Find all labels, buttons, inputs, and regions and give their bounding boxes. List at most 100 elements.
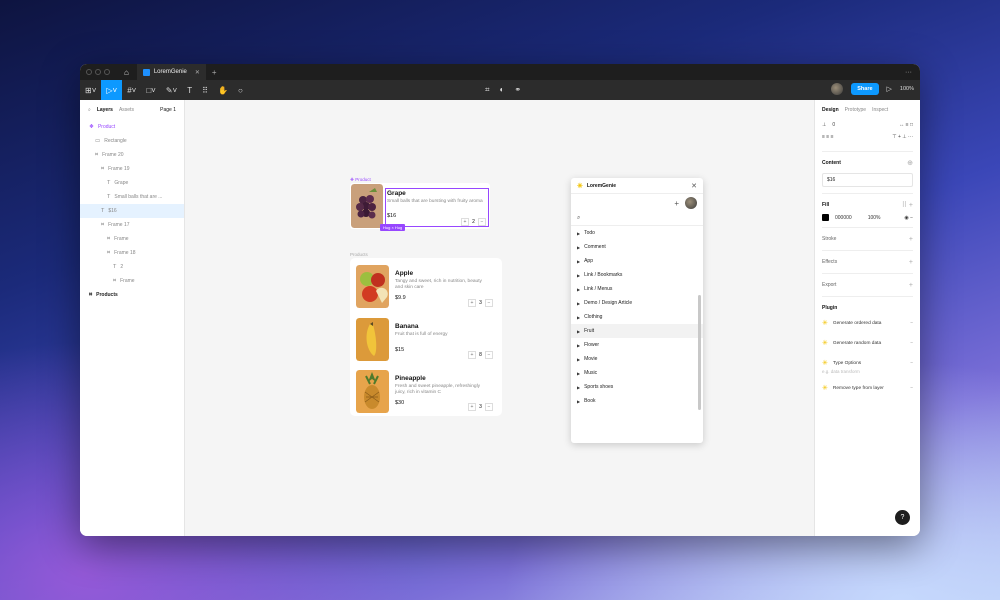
plugin-avatar[interactable] [685, 197, 697, 209]
canvas[interactable]: ❖ Product Grape Small balls that are bur… [185, 100, 814, 536]
content-input[interactable]: $16 [822, 173, 913, 187]
search-layers-icon[interactable]: ⌕ [88, 107, 91, 113]
layer-row[interactable]: ⌗ Frame [80, 274, 184, 288]
tab-design[interactable]: Design [822, 107, 839, 113]
expand-arrow-icon: ▶ [577, 370, 581, 376]
increment-button[interactable]: + [468, 351, 476, 359]
close-tab-icon[interactable]: ✕ [195, 69, 200, 76]
pen-tool-button[interactable]: ✎˅ [161, 80, 182, 100]
text-tool-button[interactable]: T [182, 80, 197, 100]
new-tab-button[interactable]: + [212, 68, 217, 77]
product-quantity-stepper[interactable]: + 3 − [468, 299, 493, 307]
category-item[interactable]: ▶ Music [571, 366, 703, 380]
layer-row[interactable]: T2 [80, 260, 184, 274]
visibility-icon[interactable]: ◉ − [904, 215, 913, 221]
hand-tool-button[interactable]: ✋ [213, 80, 233, 100]
layer-row[interactable]: T Small balls that are ... [80, 190, 184, 204]
target-icon[interactable]: ⊕ [907, 159, 913, 167]
plugin-item-generate-ordered[interactable]: ✳ Generate ordered data − [822, 313, 913, 333]
move-tool-button[interactable]: ▷˅ [101, 80, 123, 100]
category-item[interactable]: ▶ Link / Bookmarks [571, 268, 703, 282]
category-item[interactable]: ▶ App [571, 254, 703, 268]
product-quantity-stepper[interactable]: + 3 − [468, 403, 493, 411]
add-effect-icon[interactable]: + [909, 259, 913, 266]
present-icon[interactable]: ▷ [887, 85, 892, 93]
layer-row[interactable]: ⌗ Frame 17 [80, 218, 184, 232]
help-button[interactable]: ? [895, 510, 910, 525]
increment-button[interactable]: + [468, 299, 476, 307]
plugin-search[interactable]: ⌕ [571, 212, 703, 226]
share-button[interactable]: Share [851, 83, 879, 95]
layer-row[interactable]: ⌗ Frame [80, 232, 184, 246]
category-item[interactable]: ▶ Book [571, 394, 703, 408]
minus-icon[interactable]: − [910, 321, 913, 326]
products-frame-label[interactable]: Products [350, 252, 368, 257]
stroke-title: Stroke [822, 236, 837, 242]
minus-icon[interactable]: − [910, 361, 913, 366]
layer-row[interactable]: ⌗ Frame 20 [80, 148, 184, 162]
home-icon[interactable]: ⌂ [124, 68, 129, 77]
layer-row[interactable]: T Grape [80, 176, 184, 190]
decrement-button[interactable]: − [485, 403, 493, 411]
increment-button[interactable]: + [468, 403, 476, 411]
rotation-row: ⊥ 0 ↔ ≡ □ [822, 119, 913, 131]
zoom-dropdown[interactable]: 100% [900, 86, 914, 92]
tab-layers[interactable]: Layers [97, 107, 113, 113]
link-icon[interactable]: ⚭ [514, 85, 521, 95]
close-icon[interactable]: ✕ [691, 182, 697, 190]
main-menu-button[interactable]: ⊞˅ [80, 80, 101, 100]
add-icon[interactable]: + [674, 199, 679, 208]
minus-icon[interactable]: − [910, 341, 913, 346]
comment-tool-button[interactable]: ○ [233, 80, 248, 100]
minimize-window-button[interactable] [95, 69, 101, 75]
product-quantity-stepper[interactable]: + 8 − [468, 351, 493, 359]
frame-tool-button[interactable]: #˅ [122, 80, 141, 100]
category-item[interactable]: ▶ Clothing [571, 310, 703, 324]
text-align-icons[interactable]: ≡ ≡ ≡ [822, 134, 834, 140]
tab-prototype[interactable]: Prototype [845, 107, 866, 113]
resources-tool-button[interactable]: ⠿ [197, 80, 213, 100]
layer-row[interactable]: ⌗ Frame 19 [80, 162, 184, 176]
plugin-item-remove-type[interactable]: ✳ Remove type from layer − [822, 378, 913, 398]
category-item[interactable]: ▶ Comment [571, 240, 703, 254]
maximize-window-button[interactable] [104, 69, 110, 75]
category-item[interactable]: ▶ Flower [571, 338, 703, 352]
page-selector[interactable]: Page 1 [160, 107, 176, 113]
category-item[interactable]: ▶ Link / Menus [571, 282, 703, 296]
layer-row[interactable]: T $16 [80, 204, 184, 218]
decrement-button[interactable]: − [485, 299, 493, 307]
layer-row[interactable]: ▭ Rectangle [80, 134, 184, 148]
category-item[interactable]: ▶ Movie [571, 352, 703, 366]
more-icon[interactable]: ··· [905, 69, 912, 76]
close-window-button[interactable] [86, 69, 92, 75]
resize-icons[interactable]: ↔ ≡ □ [899, 122, 913, 128]
fill-actions-icon[interactable]: ⠿ + [902, 201, 913, 209]
tab-assets[interactable]: Assets [119, 107, 134, 113]
scrollbar[interactable] [698, 295, 701, 410]
mask-icon[interactable]: ◐ [500, 85, 505, 95]
text-icon: T [107, 194, 111, 200]
expand-arrow-icon: ▶ [577, 398, 581, 404]
category-item[interactable]: ▶ Sports shoes [571, 380, 703, 394]
category-item[interactable]: ▶ Demo / Design Article [571, 296, 703, 310]
plugin-item-generate-random[interactable]: ✳ Generate random data − [822, 333, 913, 353]
fill-swatch[interactable] [822, 214, 829, 221]
layer-row[interactable]: ⌗ Frame 18 [80, 246, 184, 260]
layer-row[interactable]: ❖ Product [80, 120, 184, 134]
component-tool-icon[interactable]: ⌗ [485, 85, 490, 95]
user-avatar[interactable] [831, 83, 844, 95]
add-stroke-icon[interactable]: + [909, 236, 913, 243]
category-item[interactable]: ▶ Fruit [571, 324, 703, 338]
file-tab[interactable]: LoremGenie ✕ [136, 64, 206, 80]
tab-inspect[interactable]: Inspect [872, 107, 888, 113]
decrement-button[interactable]: − [485, 351, 493, 359]
layer-row[interactable]: ⌗ Products [80, 288, 184, 302]
add-export-icon[interactable]: + [909, 282, 913, 289]
minus-icon[interactable]: − [910, 386, 913, 391]
shape-tool-button[interactable]: □˅ [141, 80, 161, 100]
fill-opacity[interactable]: 100% [868, 215, 881, 221]
category-item[interactable]: ▶ Todo [571, 226, 703, 240]
rotation-value[interactable]: 0 [832, 122, 835, 128]
fill-hex[interactable]: 000000 [835, 215, 852, 221]
vertical-align-icons[interactable]: ⊤ + ⊥ ··· [892, 134, 913, 140]
